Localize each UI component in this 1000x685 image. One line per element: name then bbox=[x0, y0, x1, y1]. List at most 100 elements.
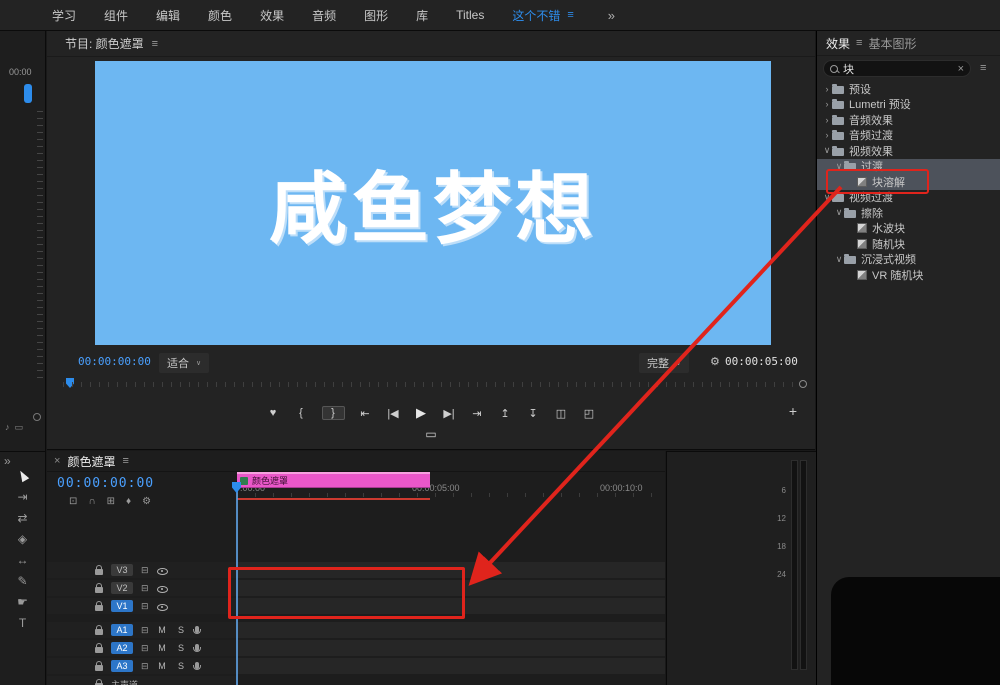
pen-tool[interactable]: ✎ bbox=[13, 573, 33, 588]
track-lane-a3[interactable] bbox=[237, 658, 665, 674]
add-marker-icon[interactable]: ♦ bbox=[126, 496, 131, 507]
track-lane-a2[interactable] bbox=[237, 640, 665, 656]
menu-item-assembly[interactable]: 组件 bbox=[90, 7, 142, 24]
voice-over-record-mic-icon[interactable] bbox=[195, 662, 199, 669]
sync-lock-icon[interactable]: ⊟ bbox=[141, 583, 149, 594]
play-button[interactable]: ▶ bbox=[414, 405, 429, 421]
toggle-track-output-eye-icon[interactable] bbox=[157, 601, 168, 612]
timeline-timecode[interactable]: 00:00:00:00 bbox=[57, 476, 154, 491]
program-monitor-title[interactable]: 节目: 颜色遮罩 bbox=[65, 35, 144, 52]
drag-audio-icon[interactable]: ♪ bbox=[5, 422, 10, 433]
sequence-tab-title[interactable]: 颜色遮罩 bbox=[67, 453, 115, 470]
track-lane-v1[interactable] bbox=[237, 598, 665, 614]
ripple-edit-tool[interactable]: ⇄ bbox=[13, 510, 33, 525]
settings-wrench-icon[interactable]: ⚙ bbox=[710, 355, 720, 368]
drag-video-icon[interactable]: ▭ bbox=[15, 422, 24, 433]
menu-item-editing[interactable]: 编辑 bbox=[142, 7, 194, 24]
menu-item-effects[interactable]: 效果 bbox=[246, 7, 298, 24]
track-badge-a1[interactable]: A1 bbox=[111, 624, 133, 636]
chevron-down-icon[interactable]: ∨ bbox=[822, 192, 832, 203]
new-custom-bin-icon[interactable]: ≡ bbox=[980, 62, 986, 74]
scrubber-end-knob[interactable] bbox=[799, 380, 807, 388]
menu-item-libraries[interactable]: 库 bbox=[402, 7, 442, 24]
program-monitor-scrubber[interactable] bbox=[63, 378, 799, 390]
go-to-out-button[interactable]: ⇥ bbox=[470, 407, 485, 420]
track-lock-icon[interactable] bbox=[95, 629, 103, 635]
panel-menu-icon[interactable]: ≡ bbox=[122, 455, 128, 467]
track-lock-icon[interactable] bbox=[95, 587, 103, 593]
tab-effects[interactable]: 效果 bbox=[826, 35, 850, 52]
menu-item-custom-workspace[interactable]: 这个不错 ≡ bbox=[498, 7, 587, 24]
playback-resolution-dropdown[interactable]: 完整 ∨ bbox=[639, 353, 689, 373]
menu-item-graphics[interactable]: 图形 bbox=[350, 7, 402, 24]
solo-button[interactable]: S bbox=[176, 643, 187, 653]
sync-lock-icon[interactable]: ⊟ bbox=[141, 625, 149, 636]
track-select-forward-tool[interactable]: ⇥ bbox=[13, 489, 33, 504]
sync-lock-icon[interactable]: ⊟ bbox=[141, 643, 149, 654]
track-lock-icon[interactable] bbox=[95, 605, 103, 611]
effects-search-input[interactable]: 块 × bbox=[823, 60, 971, 77]
linked-selection-icon[interactable]: ⊞ bbox=[107, 496, 115, 507]
tree-item-audio-transitions[interactable]: › 音频过渡 bbox=[817, 128, 1000, 144]
mute-button[interactable]: M bbox=[157, 625, 168, 635]
snap-icon[interactable]: ∩ bbox=[88, 496, 95, 507]
chevron-right-icon[interactable]: › bbox=[822, 115, 832, 125]
track-lock-icon[interactable] bbox=[95, 569, 103, 575]
mark-out-button[interactable]: } bbox=[322, 406, 345, 420]
program-monitor-preview[interactable]: 咸鱼梦想 bbox=[95, 61, 771, 345]
menu-item-color[interactable]: 颜色 bbox=[194, 7, 246, 24]
timeline-settings-icon[interactable]: ⚙ bbox=[142, 496, 151, 507]
step-forward-button[interactable]: ▶| bbox=[442, 407, 457, 420]
tab-essential-graphics[interactable]: 基本图形 bbox=[868, 35, 916, 52]
tree-item-video-effects[interactable]: ∨ 视频效果 bbox=[817, 143, 1000, 159]
solo-button[interactable]: S bbox=[176, 661, 187, 671]
sync-lock-icon[interactable]: ⊟ bbox=[141, 565, 149, 576]
track-lock-icon[interactable] bbox=[95, 665, 103, 671]
hand-tool[interactable]: ☛ bbox=[13, 594, 33, 609]
tree-item-wipe-folder[interactable]: ∨ 擦除 bbox=[817, 205, 1000, 221]
playhead-timecode[interactable]: 00:00:00:00 bbox=[78, 355, 151, 368]
voice-over-record-mic-icon[interactable] bbox=[195, 626, 199, 633]
timeline-clip-color-matte[interactable]: 颜色遮罩 bbox=[237, 472, 430, 488]
panel-menu-icon[interactable]: ≡ bbox=[152, 38, 158, 50]
mark-in-button[interactable]: { bbox=[294, 407, 309, 419]
track-lock-icon[interactable] bbox=[95, 647, 103, 653]
chevron-right-icon[interactable]: › bbox=[822, 99, 832, 109]
workspace-menu-icon[interactable]: ≡ bbox=[567, 9, 573, 21]
track-badge-a3[interactable]: A3 bbox=[111, 660, 133, 672]
sync-lock-icon[interactable]: ⊟ bbox=[141, 661, 149, 672]
tree-item-random-block[interactable]: 随机块 bbox=[817, 236, 1000, 252]
track-lane-v2[interactable] bbox=[237, 580, 665, 596]
go-to-in-button[interactable]: ⇤ bbox=[358, 407, 373, 420]
clear-search-icon[interactable]: × bbox=[958, 63, 964, 75]
tree-item-vr-random-block[interactable]: VR 随机块 bbox=[817, 267, 1000, 283]
extract-button[interactable]: ↧ bbox=[526, 407, 541, 420]
comparison-view-button[interactable]: ◰ bbox=[582, 407, 597, 420]
zoom-level-dropdown[interactable]: 适合 ∨ bbox=[159, 353, 209, 373]
nest-icon[interactable]: ⊡ bbox=[69, 496, 77, 507]
selection-tool[interactable] bbox=[13, 468, 33, 483]
tree-item-transition-folder[interactable]: ∨ 过渡 bbox=[817, 159, 1000, 175]
tree-item-block-dissolve[interactable]: 块溶解 bbox=[817, 174, 1000, 190]
type-tool[interactable]: T bbox=[13, 615, 33, 630]
chevron-down-icon[interactable]: ∨ bbox=[834, 254, 844, 265]
tree-item-presets[interactable]: › 预设 bbox=[817, 81, 1000, 97]
chevron-down-icon[interactable]: ∨ bbox=[834, 207, 844, 218]
toggle-track-output-eye-icon[interactable] bbox=[157, 565, 168, 576]
solo-button[interactable]: S bbox=[176, 625, 187, 635]
menu-item-audio[interactable]: 音频 bbox=[298, 7, 350, 24]
track-lane-a1[interactable] bbox=[237, 622, 665, 638]
panel-menu-icon[interactable]: ≡ bbox=[856, 37, 862, 49]
tree-item-immersive-video-folder[interactable]: ∨ 沉浸式视频 bbox=[817, 252, 1000, 268]
chevron-right-icon[interactable]: › bbox=[822, 84, 832, 94]
voice-over-record-mic-icon[interactable] bbox=[195, 644, 199, 651]
sync-lock-icon[interactable]: ⊟ bbox=[141, 601, 149, 612]
close-icon[interactable]: × bbox=[54, 455, 60, 467]
mute-button[interactable]: M bbox=[157, 643, 168, 653]
toggle-track-output-eye-icon[interactable] bbox=[157, 583, 168, 594]
button-editor-plus-icon[interactable]: + bbox=[789, 403, 797, 419]
track-badge-v2[interactable]: V2 bbox=[111, 582, 133, 594]
panel-expand-icon[interactable]: » bbox=[4, 454, 11, 468]
tree-item-wave-block[interactable]: 水波块 bbox=[817, 221, 1000, 237]
timeline-playhead-line[interactable] bbox=[236, 482, 238, 685]
